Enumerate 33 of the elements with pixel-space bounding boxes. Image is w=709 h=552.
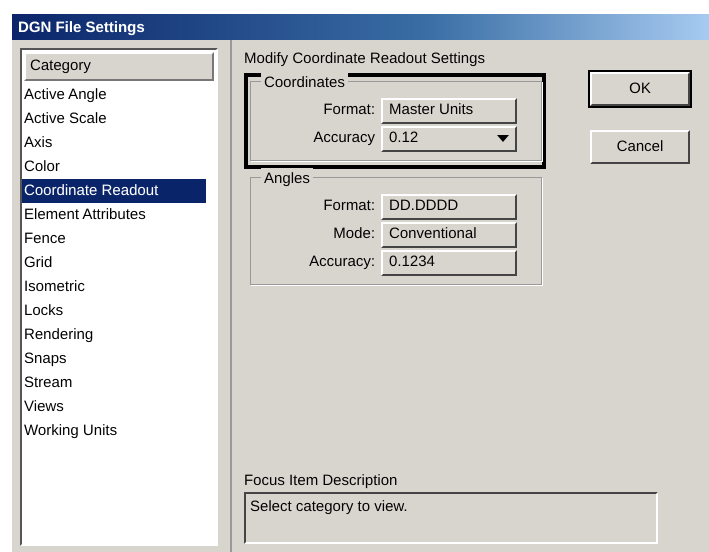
category-item[interactable]: Rendering — [22, 322, 216, 346]
field-label: Mode: — [332, 224, 376, 244]
description-label: Focus Item Description — [244, 470, 398, 490]
dropdown[interactable]: 0.12 — [381, 126, 517, 152]
category-item[interactable]: Axis — [22, 130, 216, 154]
list-header[interactable]: Category — [24, 52, 214, 80]
category-item[interactable]: Fence — [22, 226, 216, 250]
category-item[interactable]: Grid — [22, 250, 216, 274]
field-label: Format: — [322, 100, 376, 120]
category-item[interactable]: Active Angle — [22, 82, 216, 106]
field-label: Accuracy: — [308, 252, 376, 272]
description-box: Select category to view. — [244, 492, 658, 544]
cancel-button[interactable]: Cancel — [590, 130, 690, 164]
field-label: Format: — [322, 196, 376, 216]
caret-icon — [497, 135, 509, 142]
category-item[interactable]: Coordinate Readout — [22, 178, 206, 202]
category-item[interactable]: Isometric — [22, 274, 216, 298]
option-button[interactable]: 0.1234 — [381, 250, 517, 276]
category-item[interactable]: Views — [22, 394, 216, 418]
option-button[interactable]: Conventional — [381, 222, 517, 248]
option-button[interactable]: DD.DDDD — [381, 194, 517, 220]
ok-button[interactable]: OK — [590, 72, 690, 106]
option-button[interactable]: Master Units — [381, 98, 517, 124]
field-label: Accuracy — [312, 128, 376, 148]
category-item[interactable]: Working Units — [22, 418, 216, 442]
category-item[interactable]: Snaps — [22, 346, 216, 370]
category-item[interactable]: Locks — [22, 298, 216, 322]
category-item[interactable]: Element Attributes — [22, 202, 216, 226]
category-item[interactable]: Color — [22, 154, 216, 178]
category-item[interactable]: Stream — [22, 370, 216, 394]
category-item[interactable]: Active Scale — [22, 106, 216, 130]
panel-title: Modify Coordinate Readout Settings — [244, 49, 486, 69]
window-title: DGN File Settings — [12, 14, 709, 40]
